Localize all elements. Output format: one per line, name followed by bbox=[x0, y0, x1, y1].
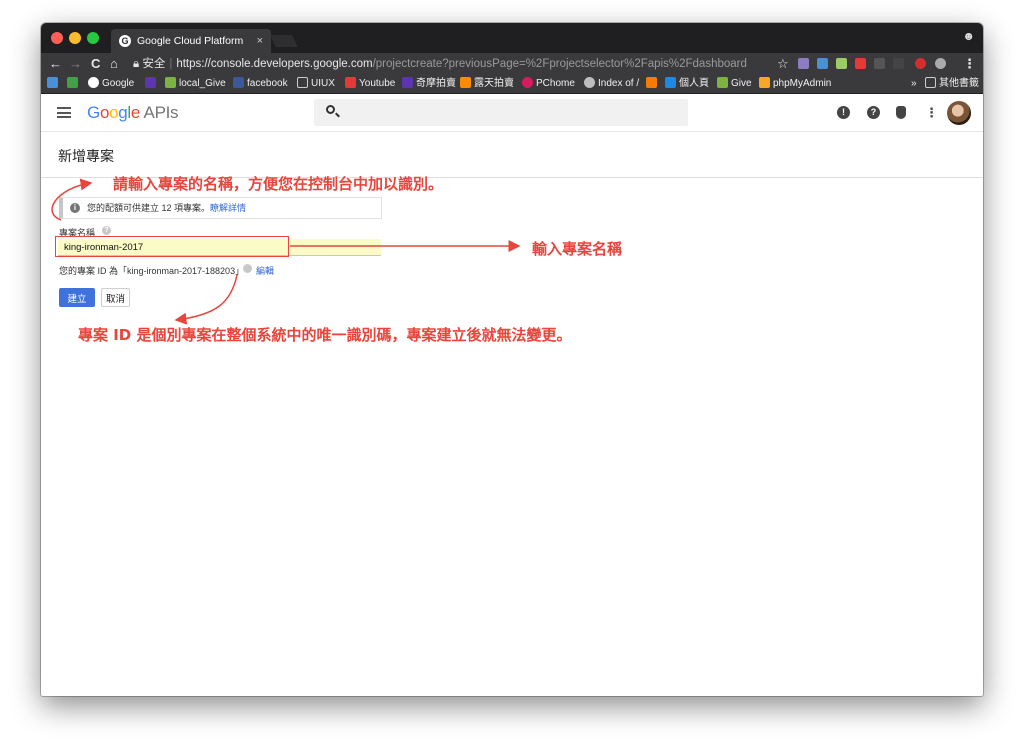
annotation-right: 輸入專案名稱 bbox=[532, 240, 623, 258]
cancel-button[interactable]: 取消 bbox=[101, 288, 130, 307]
incognito-icon: ☻ bbox=[962, 29, 975, 43]
bookmark-item[interactable]: PChome bbox=[522, 77, 575, 91]
edit-project-id-link[interactable]: 編輯 bbox=[256, 264, 274, 277]
bookmarks-bar: Google local_Give facebook UIUX Youtube … bbox=[41, 75, 983, 94]
extension-icon[interactable] bbox=[893, 58, 904, 69]
profile-icon bbox=[665, 77, 676, 88]
bookmark-item[interactable]: Give bbox=[717, 77, 752, 91]
new-tab-button[interactable] bbox=[270, 35, 298, 47]
bell-icon[interactable] bbox=[896, 106, 906, 119]
google-cloud-favicon-icon: G bbox=[119, 35, 131, 47]
bookmark-icon bbox=[165, 77, 176, 88]
notice-text: 您的配額可供建立 12 項專案。 bbox=[87, 203, 211, 213]
forward-icon[interactable]: → bbox=[69, 56, 82, 72]
lock-icon: 🔒︎ bbox=[133, 58, 140, 70]
extension-icon[interactable] bbox=[836, 58, 847, 69]
bookmark-apps-icon[interactable] bbox=[47, 77, 61, 91]
address-bar: ← → C ⌂ 🔒︎ 安全 | https://console.developers… bbox=[41, 53, 983, 75]
extension-icon[interactable] bbox=[935, 58, 946, 69]
more-bookmarks-icon[interactable]: » bbox=[911, 77, 917, 91]
extension-icon[interactable] bbox=[855, 58, 866, 69]
tab-close-icon[interactable]: × bbox=[257, 29, 263, 53]
pchome-icon bbox=[522, 77, 533, 88]
learn-more-link[interactable]: 瞭解詳情 bbox=[210, 203, 246, 213]
phpmyadmin-icon bbox=[759, 77, 770, 88]
bookmark-item[interactable]: Google bbox=[88, 77, 134, 91]
bookmark-item[interactable]: 個人頁 bbox=[665, 77, 709, 91]
annotation-bottom: 專案 ID 是個別專案在整個系統中的唯一識別碼，專案建立後就無法變更。 bbox=[78, 326, 572, 344]
bookmark-blogger-icon[interactable] bbox=[646, 77, 660, 91]
bookmark-map-icon[interactable] bbox=[67, 77, 81, 91]
url-field[interactable]: 🔒︎ 安全 | https://console.developers.google.… bbox=[133, 56, 783, 72]
avatar[interactable] bbox=[947, 101, 971, 125]
annotation-highlight-box bbox=[55, 236, 289, 257]
page-title: 新增專案 bbox=[58, 148, 114, 164]
folder-icon bbox=[297, 77, 308, 88]
bookmark-item[interactable]: phpMyAdmin bbox=[759, 77, 831, 91]
quota-notice: i 您的配額可供建立 12 項專案。瞭解詳情 bbox=[59, 197, 382, 219]
browser-tab[interactable]: G Google Cloud Platform × bbox=[111, 29, 271, 53]
more-vert-icon[interactable]: ⋮ bbox=[925, 106, 938, 119]
extension-icon[interactable] bbox=[874, 58, 885, 69]
secure-label: 安全 bbox=[142, 58, 166, 70]
extension-icon[interactable] bbox=[817, 58, 828, 69]
search-icon bbox=[326, 105, 335, 114]
project-id-text: 您的專案 ID 為「king-ironman-2017-188203」 bbox=[59, 266, 245, 276]
close-window-button[interactable] bbox=[51, 32, 63, 44]
extension-icon[interactable] bbox=[915, 58, 926, 69]
yahoo-icon bbox=[402, 77, 413, 88]
apis-wordmark: APIs bbox=[143, 103, 179, 122]
bookmark-item[interactable]: facebook bbox=[233, 77, 288, 91]
google-wordmark: Google bbox=[87, 103, 141, 122]
bookmark-icon bbox=[717, 77, 728, 88]
info-icon: i bbox=[70, 203, 80, 213]
notifications-alert-icon[interactable]: ! bbox=[837, 106, 850, 119]
youtube-icon bbox=[345, 77, 356, 88]
annotation-top: 請輸入專案的名稱，方便您在控制台中加以識別。 bbox=[113, 175, 444, 193]
bookmark-item[interactable]: Youtube bbox=[345, 77, 395, 91]
facebook-icon bbox=[233, 77, 244, 88]
app-header: Google APIs ! ? ⋮ bbox=[41, 94, 983, 132]
bookmark-item[interactable]: 奇摩拍賣 bbox=[402, 77, 456, 91]
tab-title: Google Cloud Platform bbox=[137, 35, 244, 47]
bookmark-item[interactable]: UIUX bbox=[297, 77, 335, 91]
home-icon[interactable]: ⌂ bbox=[110, 56, 118, 72]
bookmark-item[interactable]: local_Give bbox=[165, 77, 226, 91]
back-icon[interactable]: ← bbox=[49, 56, 62, 72]
help-icon[interactable]: ? bbox=[867, 106, 880, 119]
menu-icon[interactable] bbox=[57, 107, 71, 118]
extension-icon[interactable] bbox=[798, 58, 809, 69]
other-bookmarks-folder[interactable]: 其他書籤 bbox=[925, 77, 979, 91]
reload-icon[interactable]: C bbox=[91, 56, 100, 72]
google-apis-logo[interactable]: Google APIs bbox=[87, 103, 179, 123]
help-icon[interactable]: ? bbox=[102, 226, 111, 235]
browser-menu-icon[interactable]: ⋮ bbox=[963, 56, 976, 72]
globe-icon bbox=[584, 77, 595, 88]
bookmark-item[interactable]: Index of / bbox=[584, 77, 639, 91]
url-host: https://console.developers.google.com bbox=[176, 58, 373, 70]
minimize-window-button[interactable] bbox=[69, 32, 81, 44]
google-icon bbox=[88, 77, 99, 88]
title-bar: G Google Cloud Platform × ☻ bbox=[41, 23, 983, 53]
maximize-window-button[interactable] bbox=[87, 32, 99, 44]
create-button[interactable]: 建立 bbox=[59, 288, 95, 307]
url-path: /projectcreate?previousPage=%2Fprojectse… bbox=[372, 58, 747, 70]
browser-window: G Google Cloud Platform × ☻ ← → C ⌂ 🔒︎ 安… bbox=[41, 23, 983, 696]
bookmark-star-icon[interactable]: ☆ bbox=[777, 56, 789, 72]
bookmark-item[interactable]: 露天拍賣 bbox=[460, 77, 514, 91]
ruten-icon bbox=[460, 77, 471, 88]
search-input[interactable] bbox=[314, 99, 688, 126]
bookmark-yahoo-icon[interactable] bbox=[145, 77, 159, 91]
folder-icon bbox=[925, 77, 936, 88]
help-icon bbox=[243, 264, 252, 273]
annotation-arrow-bottom bbox=[174, 274, 238, 325]
